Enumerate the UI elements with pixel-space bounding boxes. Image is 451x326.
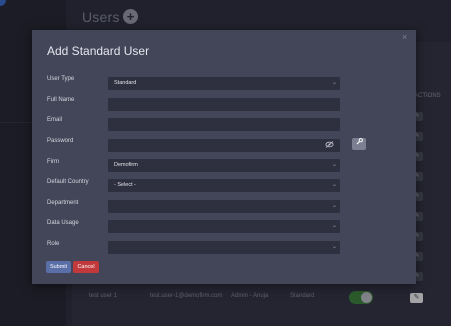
full-name-row: Full Name — [32, 97, 416, 111]
eye-slash-svg — [325, 141, 334, 148]
email-label: Email — [47, 117, 63, 123]
firm-select[interactable]: Demofirm ⌄ — [108, 159, 340, 172]
firm-label: Firm — [47, 159, 59, 165]
password-label: Password — [47, 138, 74, 144]
modal-title: Add Standard User — [47, 44, 150, 58]
password-row: Password — [32, 138, 416, 152]
password-field[interactable] — [108, 139, 340, 152]
default-country-value: - Select - — [114, 182, 137, 188]
generate-password-button[interactable] — [352, 138, 366, 150]
email-row: Email — [32, 117, 416, 131]
user-type-select[interactable]: Standard ⌄ — [108, 77, 340, 90]
data-usage-select[interactable]: ⌄ — [108, 220, 340, 233]
department-select[interactable]: ⌄ — [108, 200, 340, 213]
close-icon[interactable]: × — [402, 32, 407, 42]
role-label: Role — [47, 241, 60, 247]
department-row: Department ⌄ — [32, 200, 416, 213]
default-country-label: Default Country — [47, 179, 89, 185]
add-user-modal: Add Standard User × User Type Standard ⌄… — [32, 30, 416, 284]
submit-button[interactable]: Submit — [46, 261, 71, 273]
data-usage-row: Data Usage ⌄ — [32, 220, 416, 233]
chevron-down-icon: ⌄ — [331, 203, 337, 209]
wrench-icon — [356, 138, 363, 145]
cancel-button[interactable]: Cancel — [73, 261, 99, 273]
default-country-select[interactable]: - Select - ⌄ — [108, 179, 340, 192]
chevron-down-icon: ⌄ — [331, 244, 337, 250]
chevron-down-icon: ⌄ — [331, 162, 337, 168]
department-label: Department — [47, 200, 79, 206]
user-type-value: Standard — [114, 80, 137, 86]
full-name-label: Full Name — [47, 97, 75, 103]
data-usage-label: Data Usage — [47, 220, 79, 226]
chevron-down-icon: ⌄ — [331, 223, 337, 229]
firm-row: Firm Demofirm ⌄ — [32, 159, 416, 172]
eye-slash-icon[interactable] — [325, 141, 334, 152]
role-row: Role ⌄ — [32, 241, 416, 254]
role-select[interactable]: ⌄ — [108, 241, 340, 254]
default-country-row: Default Country - Select - ⌄ — [32, 179, 416, 192]
user-type-label: User Type — [47, 76, 75, 82]
full-name-field[interactable] — [108, 98, 340, 111]
firm-value: Demofirm — [114, 162, 138, 168]
user-type-row: User Type Standard ⌄ — [32, 76, 416, 90]
chevron-down-icon: ⌄ — [331, 182, 337, 188]
chevron-down-icon: ⌄ — [331, 80, 337, 86]
email-field[interactable] — [108, 118, 340, 131]
